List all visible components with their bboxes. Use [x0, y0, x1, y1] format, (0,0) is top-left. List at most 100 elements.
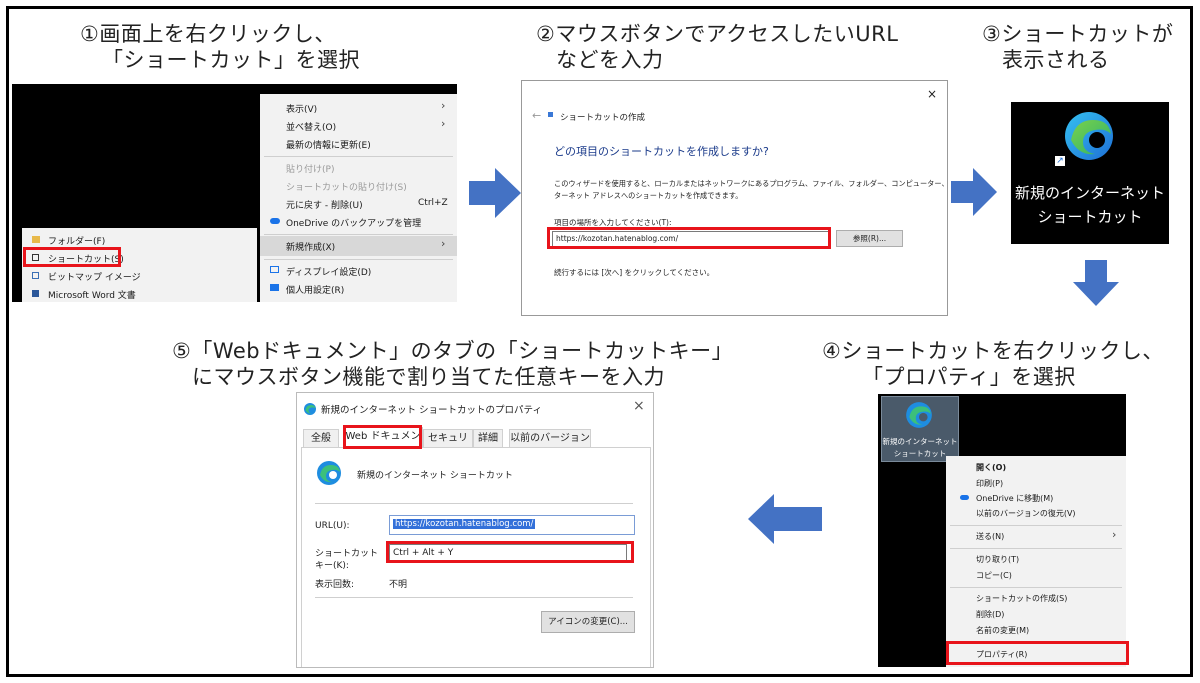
menu-item-personalize[interactable]: 個人用設定(R)	[286, 283, 344, 296]
url-value-selected: https://kozotan.hatenablog.com/	[393, 519, 536, 529]
step3-line2: 表示される	[1002, 48, 1110, 72]
folder-icon	[32, 236, 40, 243]
step3-line1: ③ショートカットが	[982, 22, 1174, 46]
menu-item-view[interactable]: 表示(V)	[286, 102, 317, 115]
menu-item-paste-shortcut: ショートカットの貼り付け(S)	[286, 183, 407, 193]
step2-line2: などを入力	[556, 48, 664, 72]
menu-separator	[264, 234, 453, 235]
panel-shortcut-context-menu: 新規のインターネット ショートカット 開く(O) 印刷(P) OneDrive …	[878, 394, 1126, 667]
chevron-right-icon: ›	[441, 99, 446, 112]
menu-separator	[264, 259, 453, 260]
divider	[315, 597, 633, 598]
url-label: URL(U):	[315, 521, 350, 531]
change-icon-button[interactable]: アイコンの変更(C)...	[541, 611, 635, 633]
highlight-shortcut-menu-item	[23, 247, 121, 267]
highlight-properties-menu-item	[946, 641, 1129, 665]
highlight-url-input	[547, 227, 831, 249]
panel-shortcut-wizard: × ← ショートカットの作成 どの項目のショートカットを作成しますか? このウィ…	[521, 80, 948, 316]
wizard-title: ショートカットの作成	[560, 113, 646, 123]
arrow-right-icon	[951, 168, 997, 216]
visits-value: 不明	[389, 580, 408, 590]
step4-line1: ④ショートカットを右クリックし、	[822, 339, 1164, 363]
chevron-right-icon: ›	[441, 117, 446, 130]
wizard-heading: どの項目のショートカットを作成しますか?	[554, 145, 769, 158]
menu-item-cut[interactable]: 切り取り(T)	[976, 554, 1019, 565]
shortcut-arrow-icon: ↗	[1055, 156, 1065, 166]
tab-general[interactable]: 全般	[303, 429, 339, 447]
undo-shortcut: Ctrl+Z	[418, 198, 448, 208]
edge-icon	[1065, 112, 1113, 160]
menu-item-create-shortcut[interactable]: ショートカットの作成(S)	[976, 593, 1067, 604]
word-icon	[32, 290, 39, 297]
submenu-item-word[interactable]: Microsoft Word 文書	[48, 288, 136, 301]
step1-caption: ①画面上を右クリックし、 「ショートカット」を選択	[80, 21, 360, 73]
menu-separator	[950, 525, 1122, 526]
wizard-next-hint: 続行するには [次へ] をクリックしてください。	[554, 268, 715, 277]
menu-item-send-to[interactable]: 送る(N)	[976, 531, 1004, 542]
visits-label: 表示回数:	[315, 580, 355, 590]
display-icon	[270, 266, 279, 273]
chevron-right-icon: ›	[1112, 528, 1117, 541]
shortcut-wizard-icon	[548, 112, 553, 117]
divider	[315, 503, 633, 504]
step5-line2: にマウスボタン機能で割り当てた任意キーを入力	[192, 365, 665, 389]
shortcut-icon-label-1: 新規のインターネット	[1014, 184, 1165, 202]
menu-item-rename[interactable]: 名前の変更(M)	[976, 625, 1029, 636]
highlight-web-document-tab	[343, 425, 422, 449]
wizard-desc-line2: ターネット アドレスへのショートカットを作成できます。	[554, 191, 743, 200]
step1-line1: ①画面上を右クリックし、	[80, 22, 336, 46]
menu-item-undo[interactable]: 元に戻す - 削除(U)	[286, 198, 363, 211]
arrow-left-icon	[748, 494, 822, 544]
onedrive-icon	[270, 218, 280, 224]
bitmap-icon	[32, 272, 39, 279]
panel-desktop-context-menu: 表示(V) › 並べ替え(O) › 最新の情報に更新(E) 貼り付け(P) ショ…	[12, 84, 457, 302]
step5-caption: ⑤「Webドキュメント」のタブの「ショートカットキー」 にマウスボタン機能で割り…	[172, 338, 733, 390]
tab-previous-versions[interactable]: 以前のバージョン	[509, 429, 591, 447]
step4-line2: 「プロパティ」を選択	[862, 365, 1076, 389]
properties-title: 新規のインターネット ショートカットのプロパティ	[321, 405, 542, 416]
menu-item-onedrive-backup[interactable]: OneDrive のバックアップを管理	[286, 216, 421, 229]
tab-security[interactable]: セキュリティ	[423, 429, 473, 461]
step2-caption: ②マウスボタンでアクセスしたいURL などを入力	[536, 21, 898, 73]
menu-item-copy[interactable]: コピー(C)	[976, 570, 1012, 581]
url-input[interactable]: https://kozotan.hatenablog.com/	[389, 515, 635, 535]
menu-item-print[interactable]: 印刷(P)	[976, 478, 1003, 489]
close-icon[interactable]: ×	[927, 87, 937, 101]
panel-shortcut-result: ↗ 新規のインターネット ショートカット	[1011, 102, 1169, 244]
submenu-item-folder[interactable]: フォルダー(F)	[48, 234, 105, 247]
shortcut-context-menu: 開く(O) 印刷(P) OneDrive に移動(M) 以前のバージョンの復元(…	[946, 456, 1126, 667]
menu-item-open[interactable]: 開く(O)	[976, 462, 1006, 473]
step5-line1: ⑤「Webドキュメント」のタブの「ショートカットキー」	[172, 339, 734, 363]
menu-separator	[950, 548, 1122, 549]
step1-line2: 「ショートカット」を選択	[102, 48, 360, 72]
menu-item-new[interactable]: 新規作成(X)	[286, 240, 335, 253]
tab-details[interactable]: 詳細	[473, 429, 503, 447]
menu-item-refresh[interactable]: 最新の情報に更新(E)	[286, 138, 371, 151]
highlight-shortcut-key-input	[386, 541, 634, 563]
chevron-right-icon: ›	[441, 237, 446, 250]
arrow-down-icon	[1073, 260, 1119, 306]
step2-line1: ②マウスボタンでアクセスしたいURL	[536, 22, 899, 46]
back-arrow-icon[interactable]: ←	[532, 109, 541, 122]
browse-button[interactable]: 参照(R)...	[836, 230, 903, 247]
menu-item-sort[interactable]: 並べ替え(O)	[286, 120, 336, 133]
shortcut-key-label-2: キー(K):	[315, 561, 349, 571]
wizard-desc-line1: このウィザードを使用すると、ローカルまたはネットワークにあるプログラム、ファイル…	[554, 179, 948, 188]
close-icon[interactable]: ×	[633, 398, 645, 414]
menu-item-paste: 貼り付け(P)	[286, 165, 335, 175]
arrow-right-icon	[469, 168, 521, 218]
step3-caption: ③ショートカットが 表示される	[982, 21, 1173, 73]
shortcut-icon-label-2: ショートカット	[1037, 208, 1143, 226]
menu-separator	[264, 156, 453, 157]
personalize-icon	[270, 284, 279, 291]
menu-item-delete[interactable]: 削除(D)	[976, 609, 1004, 620]
submenu-item-bitmap[interactable]: ビットマップ イメージ	[48, 270, 141, 283]
edge-icon	[906, 402, 932, 428]
desktop-icon-label-1: 新規のインターネット	[882, 437, 958, 446]
onedrive-icon	[960, 495, 969, 500]
menu-item-display-settings[interactable]: ディスプレイ設定(D)	[286, 265, 371, 278]
edge-icon	[317, 461, 341, 485]
menu-separator	[950, 587, 1122, 588]
menu-item-restore-versions[interactable]: 以前のバージョンの復元(V)	[976, 508, 1076, 519]
menu-item-onedrive-move[interactable]: OneDrive に移動(M)	[976, 493, 1053, 504]
